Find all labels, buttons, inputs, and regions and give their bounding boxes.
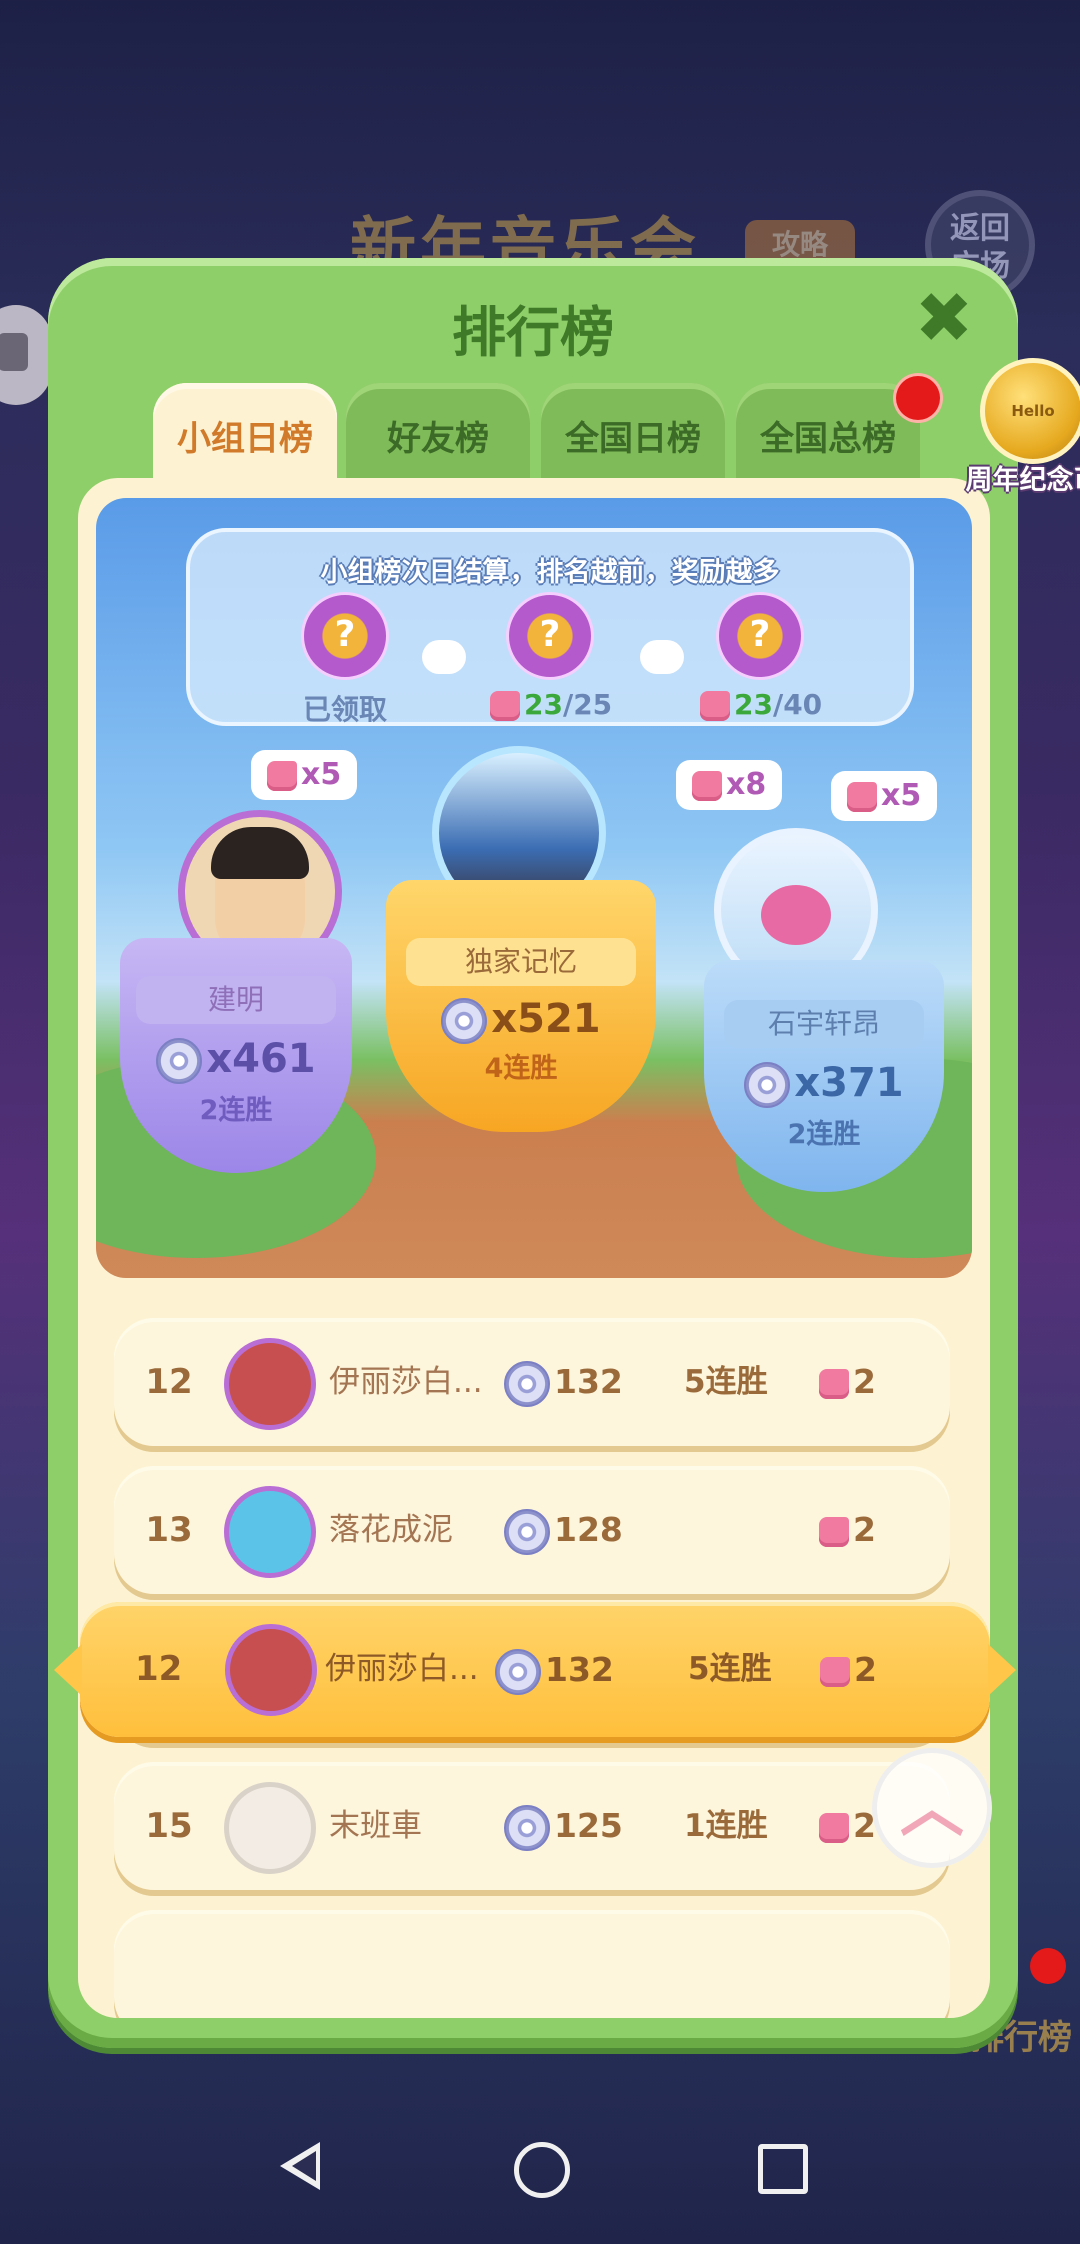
row-rank: 15 [145,1806,193,1846]
reward-info-box: 小组榜次日结算，排名越前，奖励越多 ? 已领取 ? 23/25 ? 23/40 [186,528,914,726]
recent-apps-icon[interactable] [758,2144,808,2194]
table-row[interactable]: 13 落花成泥 128 2 [114,1466,950,1594]
row-name: 伊丽莎白... [329,1364,483,1400]
second-pieces-bubble: x5 [251,750,358,800]
table-row[interactable]: 15 末班車 125 1连胜 2 [114,1762,950,1890]
reward-info-title: 小组榜次日结算，排名越前，奖励越多 [320,557,780,588]
my-pieces: 2 [820,1602,877,1737]
reward-item-40[interactable]: ? 23/40 [700,592,822,721]
row-name: 末班車 [329,1808,422,1844]
second-place-score: x461 [120,1036,352,1084]
first-place-score: x521 [386,996,656,1044]
tab-notification-dot [896,376,940,420]
back-icon[interactable] [280,2142,320,2190]
leaderboard-dialog: 排行榜 ✖ 小组日榜 好友榜 全国日榜 全国总榜 小组榜次日结算，排名越前，奖励… [48,258,1080,2048]
reward-item-25[interactable]: ? 23/25 [490,592,612,721]
arrow-right-icon [640,640,684,674]
first-pieces-bubble: x8 [676,760,783,810]
puzzle-piece-icon [267,760,297,791]
notification-dot [1030,1948,1066,1984]
cd-icon [744,1062,791,1108]
first-place-name: 独家记忆 [406,938,636,986]
coin-icon: Hello [980,358,1080,464]
reward-item-claimed[interactable]: ? 已领取 [285,592,405,728]
side-menu-button[interactable] [0,305,52,405]
cd-icon [504,1508,550,1555]
anniversary-coin-button[interactable]: Hello 周年纪念币 [963,358,1080,497]
cd-icon [156,1038,203,1084]
tab-friends[interactable]: 好友榜 [346,383,530,493]
reward-progress: 23/25 [490,688,612,721]
row-score: 128 [504,1466,623,1594]
reward-status: 已领取 [302,693,387,726]
row-score: 132 [504,1318,623,1446]
reward-chest-icon: ? [301,592,389,680]
my-streak: 5连胜 [688,1651,772,1687]
first-place-podium: 独家记忆 x521 4连胜 [386,880,656,1132]
second-place-name: 建明 [136,976,336,1024]
reward-chest-icon: ? [716,592,804,680]
row-pieces: 2 [819,1318,876,1446]
puzzle-piece-icon [820,1656,850,1687]
avatar[interactable] [224,1486,316,1578]
scroll-to-top-button[interactable]: ︿ [872,1748,992,1868]
puzzle-piece-icon [819,1812,849,1843]
system-navigation-bar [0,2098,1080,2244]
puzzle-piece-icon [819,1368,849,1399]
table-row-partial[interactable] [114,1910,950,2018]
close-button[interactable]: ✖ [912,283,976,353]
row-streak: 5连胜 [684,1364,768,1400]
row-pieces: 2 [819,1762,876,1890]
reward-chest-icon: ? [506,592,594,680]
second-place-podium: 建明 x461 2连胜 [120,938,352,1173]
tab-national-total[interactable]: 全国总榜 [736,383,920,493]
avatar-creature [761,885,831,945]
podium-scene: 小组榜次日结算，排名越前，奖励越多 ? 已领取 ? 23/25 ? 23/40 … [96,498,972,1278]
row-pieces: 2 [819,1466,876,1594]
leaderboard-content: 小组榜次日结算，排名越前，奖励越多 ? 已领取 ? 23/25 ? 23/40 … [78,478,990,2018]
puzzle-piece-icon [847,781,877,812]
cd-icon [495,1648,541,1695]
row-rank: 12 [145,1362,193,1402]
arrow-right-icon [422,640,466,674]
my-score: 132 [495,1602,614,1737]
third-place-score: x371 [704,1060,944,1108]
cd-icon [504,1804,550,1851]
third-pieces-bubble: x5 [831,771,938,821]
third-place-name: 石宇轩昂 [724,1000,924,1048]
third-place-podium: 石宇轩昂 x371 2连胜 [704,960,944,1192]
puzzle-piece-icon [819,1516,849,1547]
reward-progress: 23/40 [700,688,822,721]
third-place-streak: 2连胜 [787,1119,861,1150]
first-place-streak: 4连胜 [484,1053,558,1084]
puzzle-piece-icon [700,691,730,721]
puzzle-piece-icon [490,691,520,721]
dialog-title: 排行榜 [452,301,614,364]
puzzle-piece-icon [692,770,722,801]
row-streak: 1连胜 [684,1808,768,1844]
my-avatar[interactable] [225,1624,317,1716]
avatar[interactable] [224,1782,316,1874]
avatar[interactable] [224,1338,316,1430]
row-score: 125 [504,1762,623,1890]
home-icon[interactable] [514,2142,570,2198]
cd-icon [504,1360,550,1407]
avatar-hair [211,827,309,879]
anniversary-coin-label: 周年纪念币 [965,465,1080,496]
table-row[interactable]: 12 伊丽莎白... 132 5连胜 2 [114,1318,950,1446]
second-place-streak: 2连胜 [199,1095,273,1126]
my-name: 伊丽莎白... [325,1651,479,1687]
tab-national-daily[interactable]: 全国日榜 [541,383,725,493]
my-rank: 12 [135,1649,183,1689]
row-rank: 13 [145,1510,193,1550]
my-rank-row[interactable]: 12 伊丽莎白... 132 5连胜 2 [54,1602,1016,1737]
cd-icon [441,998,488,1044]
row-name: 落花成泥 [329,1512,453,1548]
